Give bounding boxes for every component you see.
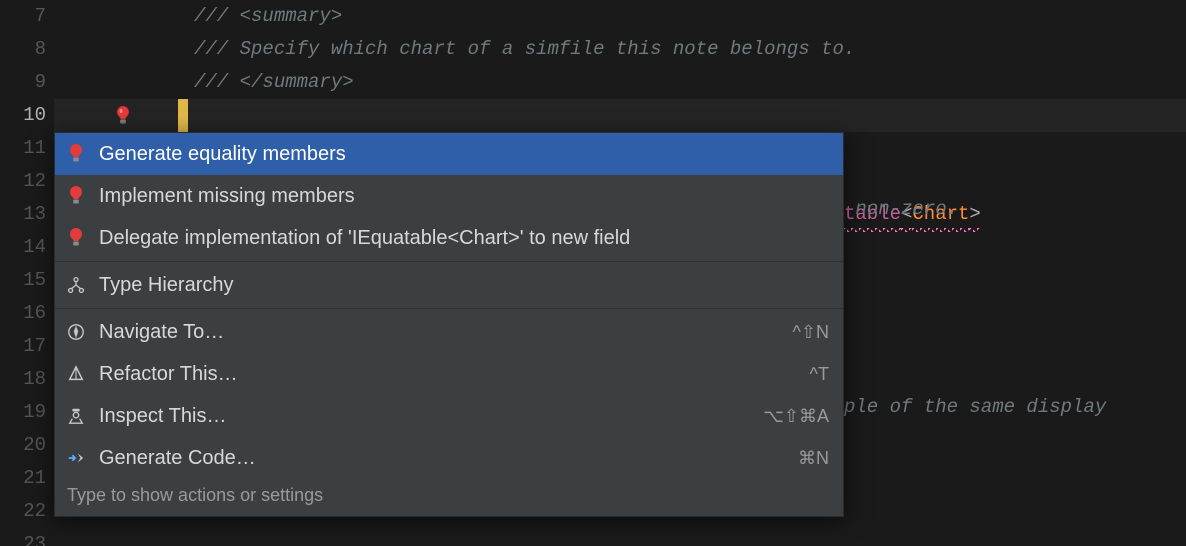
code-comment: /// <summary> — [194, 5, 342, 27]
line-number: 7 — [0, 0, 54, 33]
action-label: Delegate implementation of 'IEquatable<C… — [99, 227, 829, 250]
gutter: 7 8 9 10 11 12 13 14 15 16 17 18 19 20 2… — [0, 0, 54, 546]
popup-hint-text: Type to show actions or settings — [55, 479, 843, 516]
action-inspect-this[interactable]: Inspect This… ⌥⇧⌘A — [55, 395, 843, 437]
action-label: Refactor This… — [99, 363, 798, 386]
line-number: 15 — [0, 264, 54, 297]
bulb-red-icon — [65, 227, 87, 249]
hierarchy-icon — [65, 274, 87, 296]
line-number: 19 — [0, 396, 54, 429]
code-line-current[interactable]: internal struct Chart : ISharedComponent… — [54, 99, 1186, 132]
shortcut-text: ⌥⇧⌘A — [763, 406, 829, 427]
action-label: Type Hierarchy — [99, 274, 829, 297]
partial-comment-text: ple of the same display — [844, 396, 1118, 418]
change-marker — [178, 99, 188, 132]
inspect-icon — [65, 405, 87, 427]
line-number: 23 — [0, 528, 54, 546]
line-number: 16 — [0, 297, 54, 330]
shortcut-text: ^T — [810, 364, 829, 385]
code-comment: /// </summary> — [194, 71, 354, 93]
shortcut-text: ⌘N — [798, 448, 829, 469]
line-number: 21 — [0, 462, 54, 495]
compass-icon — [65, 321, 87, 343]
line-number: 22 — [0, 495, 54, 528]
line-number: 11 — [0, 132, 54, 165]
action-label: Inspect This… — [99, 405, 751, 428]
code-comment: /// Specify which chart of a simfile thi… — [194, 38, 855, 60]
line-number: 17 — [0, 330, 54, 363]
action-label: Navigate To… — [99, 321, 780, 344]
code-editor[interactable]: 7 8 9 10 11 12 13 14 15 16 17 18 19 20 2… — [0, 0, 1186, 546]
action-type-hierarchy[interactable]: Type Hierarchy — [55, 264, 843, 306]
line-number: 14 — [0, 231, 54, 264]
line-number: 13 — [0, 198, 54, 231]
line-number: 9 — [0, 66, 54, 99]
action-delegate-implementation[interactable]: Delegate implementation of 'IEquatable<C… — [55, 217, 843, 259]
popup-separator — [55, 308, 843, 309]
line-number: 8 — [0, 33, 54, 66]
line-number: 18 — [0, 363, 54, 396]
lightbulb-icon[interactable] — [112, 105, 134, 127]
context-actions-popup[interactable]: Generate equality members Implement miss… — [54, 132, 844, 517]
bulb-red-icon — [65, 185, 87, 207]
action-label: Generate Code… — [99, 447, 786, 470]
action-generate-equality-members[interactable]: Generate equality members — [55, 133, 843, 175]
bulb-red-icon — [65, 143, 87, 165]
generate-icon — [65, 447, 87, 469]
partial-comment-text: non-zero. — [844, 198, 958, 220]
shortcut-text: ^⇧N — [792, 322, 829, 343]
action-label: Implement missing members — [99, 185, 829, 208]
popup-separator — [55, 261, 843, 262]
line-number: 20 — [0, 429, 54, 462]
line-number: 10 — [0, 99, 54, 132]
action-navigate-to[interactable]: Navigate To… ^⇧N — [55, 311, 843, 353]
action-implement-missing-members[interactable]: Implement missing members — [55, 175, 843, 217]
action-refactor-this[interactable]: Refactor This… ^T — [55, 353, 843, 395]
action-label: Generate equality members — [99, 143, 829, 166]
action-generate-code[interactable]: Generate Code… ⌘N — [55, 437, 843, 479]
pencil-shape-icon — [65, 363, 87, 385]
line-number: 12 — [0, 165, 54, 198]
